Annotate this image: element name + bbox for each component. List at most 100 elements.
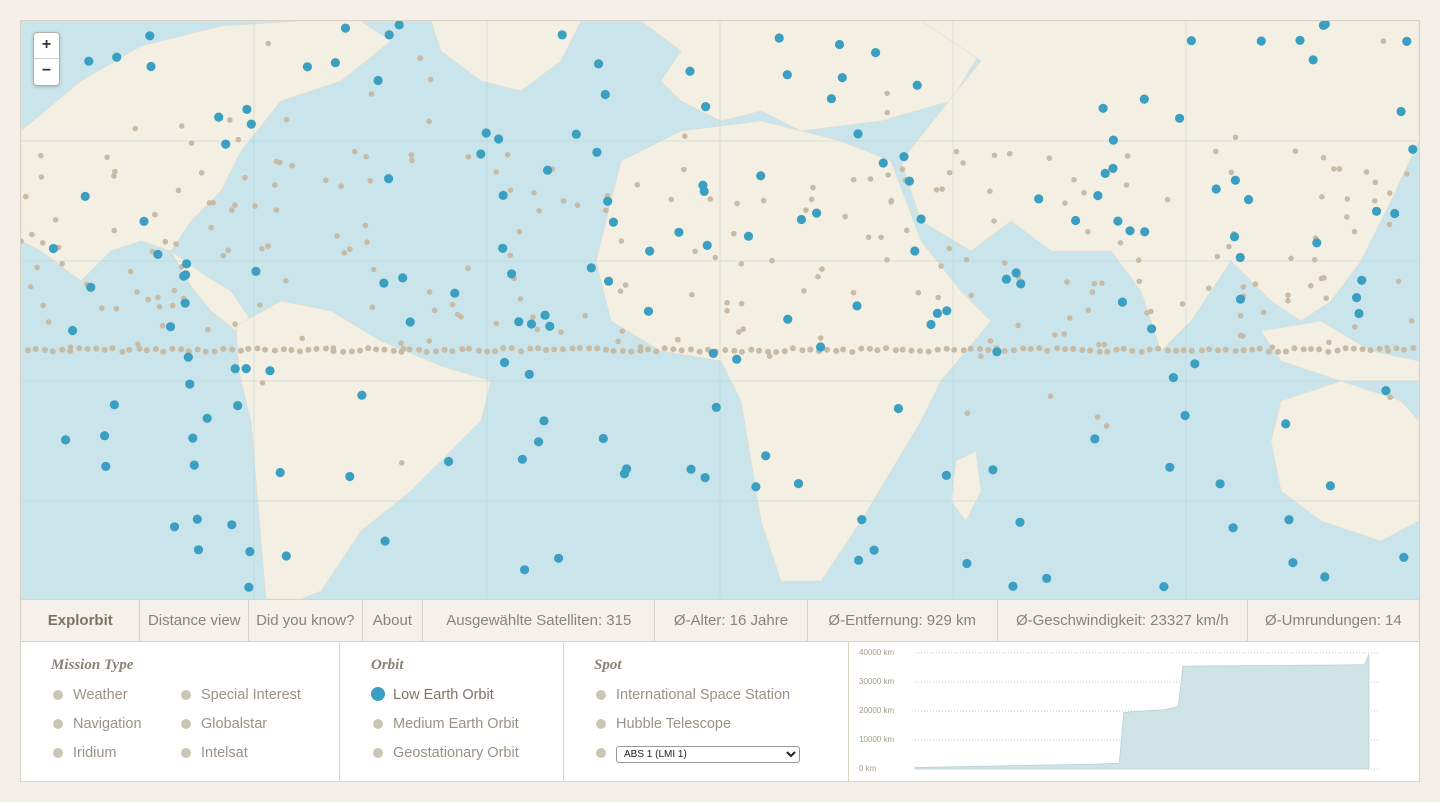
satellite-dot[interactable] [225, 247, 231, 253]
satellite-dot[interactable] [991, 218, 997, 224]
mission-globalstar[interactable]: Globalstar [181, 714, 267, 734]
geo-satellite-dot[interactable] [254, 345, 261, 352]
selected-satellite-dot[interactable] [608, 217, 619, 227]
satellite-dot[interactable] [1237, 332, 1244, 339]
selected-satellite-dot[interactable] [1352, 293, 1362, 303]
selected-satellite-dot[interactable] [84, 56, 94, 66]
selected-satellite-dot[interactable] [1235, 294, 1246, 304]
satellite-dot[interactable] [808, 196, 815, 203]
satellite-dot[interactable] [619, 328, 626, 335]
satellite-dot[interactable] [273, 207, 280, 213]
satellite-dot[interactable] [232, 202, 238, 208]
geo-satellite-dot[interactable] [925, 348, 932, 355]
geo-satellite-dot[interactable] [1198, 347, 1205, 354]
satellite-dot[interactable] [175, 187, 182, 194]
satellite-dot[interactable] [34, 264, 40, 271]
satellite-dot[interactable] [1123, 182, 1130, 188]
selected-satellite-dot[interactable] [871, 48, 881, 58]
satellite-dot[interactable] [682, 133, 688, 139]
geo-satellite-dot[interactable] [833, 347, 840, 354]
satellite-dot[interactable] [1237, 312, 1244, 319]
satellite-dot[interactable] [884, 90, 890, 97]
geo-satellite-dot[interactable] [211, 348, 218, 355]
satellite-dot[interactable] [283, 116, 290, 123]
satellite-dot[interactable] [1387, 394, 1393, 401]
satellite-dot[interactable] [1101, 341, 1108, 348]
satellite-dot[interactable] [516, 229, 523, 235]
geo-satellite-dot[interactable] [500, 345, 507, 352]
geo-satellite-dot[interactable] [323, 345, 329, 352]
selected-satellite-dot[interactable] [1125, 226, 1135, 236]
satellite-dot[interactable] [817, 335, 824, 341]
selected-satellite-dot[interactable] [302, 62, 312, 72]
spot-hubble[interactable]: Hubble Telescope [596, 714, 731, 734]
selected-satellite-dot[interactable] [450, 288, 460, 298]
selected-satellite-dot[interactable] [594, 59, 604, 69]
satellite-dot[interactable] [208, 224, 214, 231]
geo-satellite-dot[interactable] [967, 345, 974, 352]
selected-satellite-dot[interactable] [700, 473, 710, 483]
satellite-dot[interactable] [1404, 171, 1410, 177]
satellite-dot[interactable] [427, 76, 434, 83]
selected-satellite-dot[interactable] [444, 456, 454, 467]
satellite-dot[interactable] [159, 323, 166, 329]
satellite-dot[interactable] [987, 188, 993, 195]
selected-satellite-dot[interactable] [1235, 252, 1245, 263]
selected-satellite-dot[interactable] [330, 58, 340, 68]
satellite-dot[interactable] [127, 268, 134, 275]
selected-satellite-dot[interactable] [1001, 274, 1012, 284]
geo-satellite-dot[interactable] [789, 345, 796, 352]
geo-satellite-dot[interactable] [943, 345, 950, 352]
geo-satellite-dot[interactable] [722, 347, 729, 353]
satellite-dot[interactable] [1319, 194, 1325, 200]
selected-satellite-dot[interactable] [816, 342, 826, 352]
selected-satellite-dot[interactable] [1108, 135, 1118, 145]
selected-satellite-dot[interactable] [183, 352, 193, 362]
selected-satellite-dot[interactable] [598, 433, 608, 444]
satellite-dot[interactable] [1096, 341, 1102, 348]
satellite-dot[interactable] [1081, 190, 1087, 196]
satellite-dot[interactable] [953, 148, 960, 155]
mission-weather[interactable]: Weather [53, 685, 128, 705]
selected-satellite-dot[interactable] [61, 435, 71, 445]
selected-satellite-dot[interactable] [539, 416, 549, 426]
satellite-dot[interactable] [1384, 344, 1390, 351]
satellite-dot[interactable] [265, 40, 271, 47]
satellite-dot[interactable] [507, 252, 514, 259]
satellite-dot[interactable] [530, 314, 536, 320]
selected-satellite-dot[interactable] [245, 547, 255, 557]
selected-satellite-dot[interactable] [526, 319, 537, 329]
selected-satellite-dot[interactable] [181, 270, 191, 280]
selected-satellite-dot[interactable] [1325, 481, 1335, 491]
geo-satellite-dot[interactable] [1410, 345, 1417, 351]
satellite-dot[interactable] [803, 207, 809, 213]
selected-satellite-dot[interactable] [571, 129, 581, 139]
selected-satellite-dot[interactable] [751, 482, 761, 492]
satellite-dot[interactable] [38, 174, 45, 180]
satellite-dot[interactable] [458, 313, 464, 320]
satellite-dot[interactable] [338, 183, 344, 189]
satellite-dot[interactable] [1062, 200, 1068, 206]
selected-satellite-dot[interactable] [910, 246, 920, 256]
geo-satellite-dot[interactable] [773, 349, 780, 355]
selected-satellite-dot[interactable] [1165, 462, 1175, 472]
geo-satellite-dot[interactable] [586, 345, 593, 352]
satellite-dot[interactable] [1213, 148, 1219, 155]
satellite-dot[interactable] [1179, 301, 1186, 307]
selected-satellite-dot[interactable] [685, 66, 695, 76]
satellite-dot[interactable] [1344, 214, 1350, 220]
selected-satellite-dot[interactable] [233, 401, 243, 411]
selected-satellite-dot[interactable] [926, 319, 936, 330]
satellite-dot[interactable] [842, 213, 848, 220]
selected-satellite-dot[interactable] [1100, 168, 1110, 178]
geo-satellite-dot[interactable] [1325, 348, 1332, 355]
selected-satellite-dot[interactable] [756, 171, 766, 181]
filter-dot-icon[interactable] [596, 748, 606, 758]
geo-satellite-dot[interactable] [576, 345, 583, 351]
mission-iridium[interactable]: Iridium [53, 743, 117, 763]
satellite-dot[interactable] [40, 240, 46, 246]
satellite-dot[interactable] [1232, 134, 1239, 141]
satellite-dot[interactable] [738, 300, 745, 307]
geo-satellite-dot[interactable] [934, 346, 941, 353]
satellite-dot[interactable] [104, 154, 110, 161]
